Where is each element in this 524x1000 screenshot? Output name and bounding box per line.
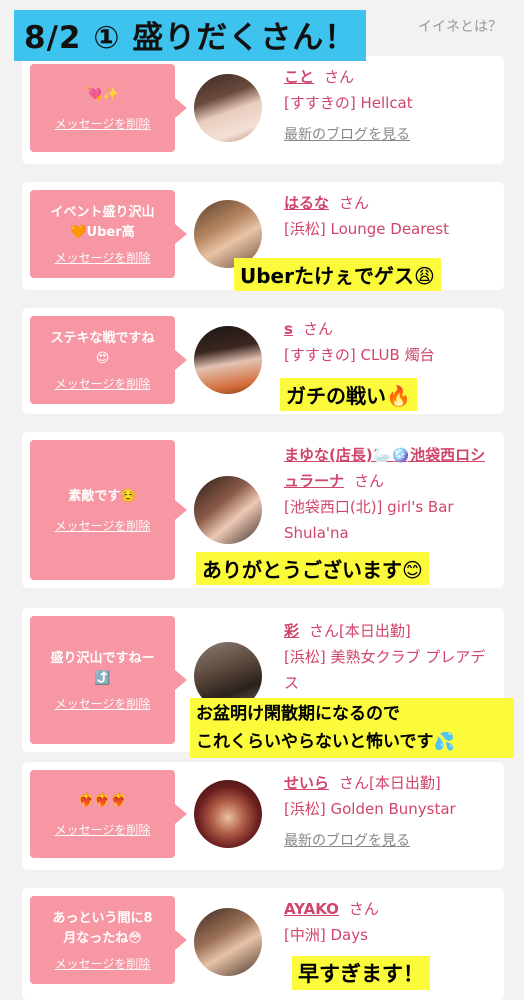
- message-bubble: ❤️‍🔥❤️‍🔥❤️‍🔥 メッセージを削除: [30, 770, 187, 858]
- avatar[interactable]: [194, 476, 262, 544]
- message-text: あっという間に8 月なったね😳: [52, 910, 153, 946]
- shop-name: [すすきの] Hellcat: [284, 94, 413, 112]
- caption-overlay: Uberたけぇでゲス😩: [234, 258, 441, 291]
- what-is-iine-link[interactable]: イイネとは？: [418, 16, 502, 36]
- honorific: さん: [309, 622, 340, 640]
- message-bubble: 💘✨ メッセージを削除: [30, 64, 187, 152]
- message-text: 素敵です☺️: [68, 488, 137, 504]
- delete-message-link[interactable]: メッセージを削除: [55, 821, 151, 838]
- work-status: [本日出勤]: [369, 774, 441, 792]
- caption-overlay: 早すぎます！: [292, 956, 430, 990]
- message-card: 💘✨ メッセージを削除 こと さん [すすきの] Hellcat 最新のブログを見…: [22, 56, 504, 164]
- message-text: 💘✨: [86, 86, 119, 102]
- message-card: あっという間に8 月なったね😳 メッセージを削除 AYAKO さん [中洲] Da…: [22, 888, 504, 1000]
- cast-name-link[interactable]: AYAKO: [284, 900, 339, 918]
- caption-overlay: ありがとうございます😊: [196, 552, 429, 585]
- title-banner: 8/2 ① 盛りだくさん！: [14, 10, 367, 61]
- honorific: さん: [324, 68, 355, 86]
- shop-name: [浜松] Golden Bunystar: [284, 800, 456, 818]
- shop-name: [中洲] Days: [284, 926, 368, 944]
- caption-overlay: ガチの戦い🔥: [280, 378, 417, 411]
- cast-name-link[interactable]: せいら: [284, 774, 329, 792]
- shop-name: [すすきの] CLUB 燭台: [284, 346, 435, 364]
- message-text: ステキな戦ですね 😍: [50, 330, 155, 366]
- message-card: ❤️‍🔥❤️‍🔥❤️‍🔥 メッセージを削除 せいら さん[本日出勤] [浜松] G…: [22, 762, 504, 870]
- cast-name-link[interactable]: こと: [284, 68, 314, 86]
- message-text: 盛り沢山ですねー ⤴️: [50, 650, 155, 686]
- avatar[interactable]: [194, 326, 262, 394]
- honorific: さん: [354, 472, 385, 490]
- cast-name-link[interactable]: はるな: [284, 194, 329, 212]
- message-bubble: 盛り沢山ですねー ⤴️ メッセージを削除: [30, 616, 187, 744]
- message-bubble: 素敵です☺️ メッセージを削除: [30, 440, 187, 580]
- honorific: さん: [348, 900, 379, 918]
- honorific: さん: [302, 320, 333, 338]
- cast-name-link[interactable]: s: [284, 320, 293, 338]
- cast-name-link[interactable]: まゆな(店長)🦢🪩池袋西ロシュラーナ: [284, 446, 485, 490]
- delete-message-link[interactable]: メッセージを削除: [55, 375, 151, 392]
- delete-message-link[interactable]: メッセージを削除: [55, 249, 151, 266]
- shop-name: [浜松] 美熟女クラブ プレアデス: [284, 648, 486, 692]
- caption-overlay: お盆明け閑散期になるので これくらいやらないと怖いです💦: [190, 698, 514, 758]
- shop-name: [池袋西口(北)] girl's Bar Shula'na: [284, 498, 454, 542]
- message-bubble: ステキな戦ですね 😍 メッセージを削除: [30, 316, 187, 404]
- avatar[interactable]: [194, 908, 262, 976]
- avatar[interactable]: [194, 74, 262, 142]
- message-bubble: あっという間に8 月なったね😳 メッセージを削除: [30, 896, 187, 984]
- delete-message-link[interactable]: メッセージを削除: [55, 695, 151, 712]
- message-text: ❤️‍🔥❤️‍🔥❤️‍🔥: [78, 792, 127, 808]
- message-bubble: イベント盛り沢山 🧡Uber高 メッセージを削除: [30, 190, 187, 278]
- delete-message-link[interactable]: メッセージを削除: [55, 115, 151, 132]
- message-card: ステキな戦ですね 😍 メッセージを削除 s さん [すすきの] CLUB 燭台: [22, 308, 504, 414]
- shop-name: [浜松] Lounge Dearest: [284, 220, 450, 238]
- honorific: さん: [339, 194, 370, 212]
- latest-blog-link[interactable]: 最新のブログを見る: [284, 122, 486, 148]
- message-text: イベント盛り沢山 🧡Uber高: [50, 204, 155, 240]
- avatar[interactable]: [194, 780, 262, 848]
- honorific: さん: [339, 774, 370, 792]
- cast-name-link[interactable]: 彩: [284, 622, 299, 640]
- delete-message-link[interactable]: メッセージを削除: [55, 955, 151, 972]
- work-status: [本日出勤]: [339, 622, 411, 640]
- latest-blog-link[interactable]: 最新のブログを見る: [284, 828, 486, 854]
- delete-message-link[interactable]: メッセージを削除: [55, 517, 151, 534]
